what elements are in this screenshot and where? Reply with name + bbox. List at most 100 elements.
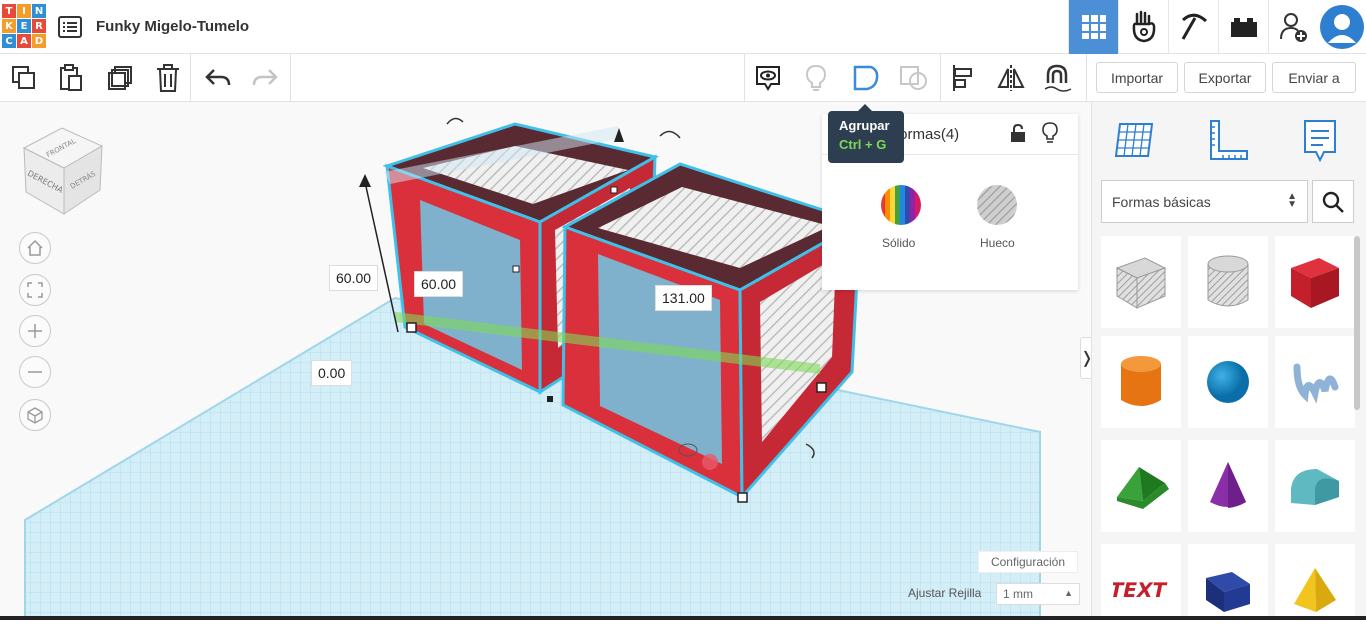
search-button[interactable] <box>1312 180 1354 223</box>
hole-button[interactable] <box>976 184 1018 231</box>
shape-scribble[interactable] <box>1275 336 1355 428</box>
rainbow-icon <box>881 185 921 225</box>
shape-box[interactable] <box>1275 236 1355 328</box>
length-dimension[interactable]: 131.00 <box>655 285 712 311</box>
magnet-icon <box>1044 64 1072 92</box>
edit-toolbar: Importar Exportar Enviar a <box>0 54 1366 102</box>
logo-letter: C <box>2 34 16 48</box>
shapes-panel: Formas básicas ▲ ▼ TEXT <box>1091 102 1366 636</box>
bricks-icon <box>1230 18 1257 37</box>
grid-view-icon <box>1081 15 1106 39</box>
resize-handle[interactable] <box>737 492 748 503</box>
shape-cone[interactable] <box>1188 440 1268 532</box>
group-button[interactable] <box>850 62 882 94</box>
tooltip-label: Agrupar <box>839 118 890 133</box>
grid-view-button[interactable] <box>1068 0 1118 54</box>
settings-button[interactable]: Configuración <box>978 551 1078 573</box>
group-icon <box>853 65 879 91</box>
shape-category-value: Formas básicas <box>1112 194 1211 210</box>
elevation-dimension[interactable]: 0.00 <box>311 360 353 386</box>
mirror-button[interactable] <box>995 62 1027 94</box>
design-title[interactable]: Funky Migelo-Tumelo <box>96 18 249 35</box>
duplicate-icon <box>108 66 132 90</box>
delete-button[interactable] <box>152 62 184 94</box>
bricks-button[interactable] <box>1218 0 1268 54</box>
import-button[interactable]: Importar <box>1096 62 1178 93</box>
pickaxe-button[interactable] <box>1168 0 1218 54</box>
visibility-icon[interactable] <box>1042 122 1058 149</box>
workplane-tab[interactable] <box>1112 116 1156 164</box>
ruler-icon <box>1210 120 1248 160</box>
rotate-handle[interactable] <box>659 130 681 139</box>
text-shape-glyph: TEXT <box>1113 578 1169 602</box>
copy-button[interactable] <box>8 62 40 94</box>
width-dimension[interactable]: 60.00 <box>414 271 464 297</box>
grid-plane-icon <box>1114 123 1154 157</box>
shape-pyramid[interactable] <box>1275 544 1355 636</box>
logo-letter: I <box>17 4 31 18</box>
perspective-button[interactable] <box>19 399 51 431</box>
view-cube[interactable]: FRONTAL DERECHA DETRÁS <box>22 126 104 221</box>
show-hidden-button[interactable] <box>800 62 832 94</box>
export-button[interactable]: Exportar <box>1184 62 1266 93</box>
solid-color-button[interactable] <box>880 184 922 231</box>
pickaxe-icon <box>1181 13 1207 40</box>
align-icon <box>953 65 972 91</box>
shape-roof[interactable] <box>1101 440 1181 532</box>
duplicate-button[interactable] <box>104 62 136 94</box>
align-button[interactable] <box>948 62 980 94</box>
logo-letter: E <box>17 19 31 33</box>
hand-button[interactable] <box>1118 0 1168 54</box>
snap-grid-select[interactable]: 1 mm ▲ <box>996 583 1080 605</box>
shape-sphere[interactable] <box>1188 336 1268 428</box>
zoom-out-button[interactable] <box>19 356 51 388</box>
cruise-button[interactable] <box>1042 62 1074 94</box>
redo-button[interactable] <box>249 62 281 94</box>
move-handle[interactable] <box>702 454 718 470</box>
logo-letter: K <box>2 19 16 33</box>
avatar[interactable] <box>1318 0 1366 54</box>
send-to-button[interactable]: Enviar a <box>1272 62 1356 93</box>
snap-grid-label: Ajustar Rejilla <box>908 586 982 600</box>
mirror-icon <box>997 65 1025 91</box>
ungroup-button[interactable] <box>898 62 930 94</box>
group-tooltip: Agrupar Ctrl + G <box>828 104 904 163</box>
resize-handle[interactable] <box>406 322 417 333</box>
shape-round-roof[interactable] <box>1275 440 1355 532</box>
hole-icon <box>977 185 1017 225</box>
solid-label: Sólido <box>882 236 916 250</box>
height-dimension[interactable]: 60.00 <box>329 265 379 291</box>
shape-text[interactable]: TEXT <box>1101 544 1181 636</box>
light-icon <box>805 64 827 91</box>
shape-box-hole[interactable] <box>1101 236 1181 328</box>
fit-view-button[interactable] <box>19 274 51 306</box>
notes-tab[interactable] <box>1298 116 1342 164</box>
shapes-scrollbar[interactable] <box>1354 236 1360 410</box>
paste-button[interactable] <box>55 62 87 94</box>
logo-letter: A <box>17 34 31 48</box>
snap-grid-value: 1 mm <box>1003 587 1033 601</box>
hand-icon <box>1132 10 1155 43</box>
notes-button[interactable] <box>752 62 784 94</box>
plus-icon <box>28 324 42 338</box>
lock-icon[interactable] <box>1010 123 1026 147</box>
design-list-icon[interactable] <box>58 16 82 38</box>
paste-icon <box>60 64 82 91</box>
logo-letter: N <box>32 4 46 18</box>
zoom-in-button[interactable] <box>19 315 51 347</box>
shape-cylinder[interactable] <box>1101 336 1181 428</box>
shape-cylinder-hole[interactable] <box>1188 236 1268 328</box>
resize-handle[interactable] <box>816 382 827 393</box>
add-user-button[interactable] <box>1268 0 1318 54</box>
ruler-tab[interactable] <box>1206 116 1250 164</box>
redo-icon <box>252 69 278 86</box>
shape-prism[interactable] <box>1188 544 1268 636</box>
top-bar: TIN KER CAD Funky Migelo-Tumelo <box>0 0 1366 54</box>
tinkercad-logo[interactable]: TIN KER CAD <box>2 4 46 50</box>
home-view-button[interactable] <box>19 232 51 264</box>
shape-category-select[interactable]: Formas básicas ▲ ▼ <box>1101 180 1308 223</box>
add-user-icon <box>1279 13 1307 42</box>
undo-button[interactable] <box>202 62 234 94</box>
rotate-handle[interactable] <box>446 117 464 125</box>
bottom-strip <box>0 616 1366 620</box>
